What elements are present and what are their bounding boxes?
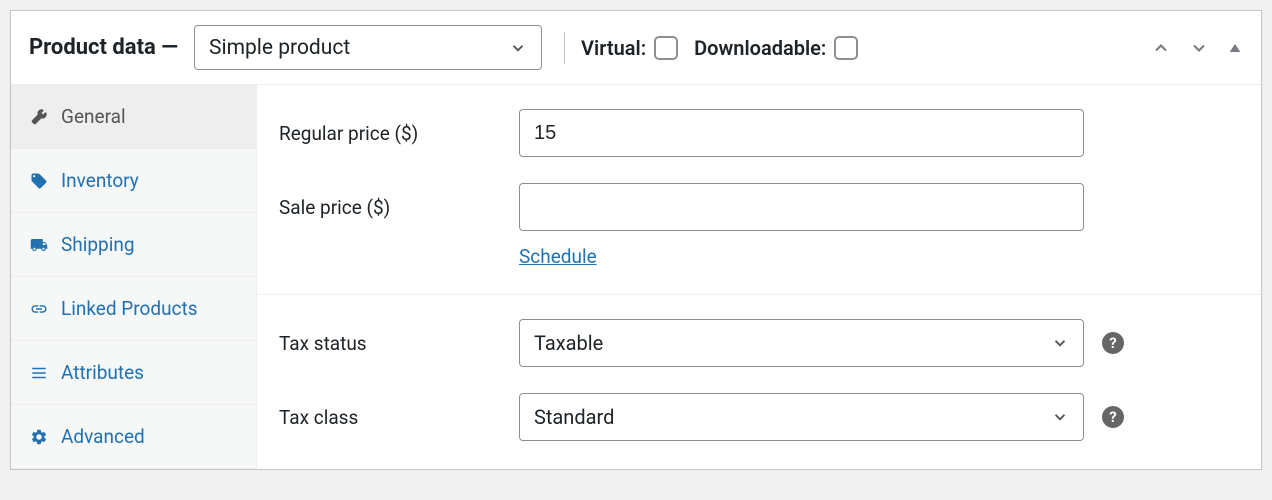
tax-class-label: Tax class bbox=[279, 406, 519, 429]
tab-label: Shipping bbox=[61, 233, 135, 256]
product-data-panel: Product data — Simple product Virtual: D… bbox=[10, 10, 1262, 470]
tax-status-select[interactable]: Taxable bbox=[519, 319, 1084, 367]
product-type-select[interactable]: Simple product bbox=[194, 25, 542, 70]
sale-price-input[interactable] bbox=[519, 183, 1084, 231]
tab-label: Attributes bbox=[61, 361, 144, 384]
tax-status-value: Taxable bbox=[534, 331, 603, 355]
tab-inventory[interactable]: Inventory bbox=[11, 149, 256, 213]
sale-price-label: Sale price ($) bbox=[279, 196, 519, 219]
tab-linked-products[interactable]: Linked Products bbox=[11, 277, 256, 341]
panel-body: General Inventory Shipping Linked Produc… bbox=[11, 84, 1261, 469]
virtual-checkbox[interactable] bbox=[654, 36, 678, 60]
divider bbox=[564, 32, 565, 64]
toggle-panel-icon[interactable] bbox=[1227, 40, 1243, 56]
tax-class-value: Standard bbox=[534, 405, 614, 429]
downloadable-checkbox[interactable] bbox=[834, 36, 858, 60]
tax-section: Tax status Taxable ? Tax class Standard bbox=[257, 294, 1261, 467]
schedule-link[interactable]: Schedule bbox=[519, 245, 597, 268]
virtual-label: Virtual: bbox=[581, 36, 646, 60]
downloadable-label: Downloadable: bbox=[694, 36, 826, 60]
product-type-value: Simple product bbox=[209, 36, 350, 60]
help-icon[interactable]: ? bbox=[1102, 406, 1124, 428]
product-data-tabs: General Inventory Shipping Linked Produc… bbox=[11, 85, 257, 469]
tab-label: Inventory bbox=[61, 169, 139, 192]
chevron-down-icon bbox=[509, 39, 527, 57]
tax-status-label: Tax status bbox=[279, 332, 519, 355]
list-icon bbox=[29, 364, 49, 382]
panel-title: Product data — bbox=[29, 35, 178, 60]
tab-label: General bbox=[61, 105, 126, 128]
tab-attributes[interactable]: Attributes bbox=[11, 341, 256, 405]
tab-label: Linked Products bbox=[61, 297, 198, 320]
pricing-section: Regular price ($) Sale price ($) Schedul… bbox=[257, 85, 1261, 294]
move-up-icon[interactable] bbox=[1151, 38, 1171, 58]
regular-price-input[interactable] bbox=[519, 109, 1084, 157]
virtual-group: Virtual: bbox=[581, 36, 678, 60]
gear-icon bbox=[29, 428, 49, 446]
panel-header: Product data — Simple product Virtual: D… bbox=[11, 11, 1261, 84]
tax-class-select[interactable]: Standard bbox=[519, 393, 1084, 441]
help-icon[interactable]: ? bbox=[1102, 332, 1124, 354]
truck-icon bbox=[29, 236, 49, 254]
regular-price-label: Regular price ($) bbox=[279, 122, 519, 145]
chevron-down-icon bbox=[1051, 408, 1069, 426]
link-icon bbox=[29, 300, 49, 318]
downloadable-group: Downloadable: bbox=[694, 36, 858, 60]
tab-advanced[interactable]: Advanced bbox=[11, 405, 256, 469]
tab-content: Regular price ($) Sale price ($) Schedul… bbox=[257, 85, 1261, 469]
move-down-icon[interactable] bbox=[1189, 38, 1209, 58]
chevron-down-icon bbox=[1051, 334, 1069, 352]
tag-icon bbox=[29, 172, 49, 190]
tab-shipping[interactable]: Shipping bbox=[11, 213, 256, 277]
panel-controls bbox=[1151, 38, 1243, 58]
tab-label: Advanced bbox=[61, 425, 145, 448]
wrench-icon bbox=[29, 108, 49, 126]
tab-general[interactable]: General bbox=[11, 85, 256, 149]
